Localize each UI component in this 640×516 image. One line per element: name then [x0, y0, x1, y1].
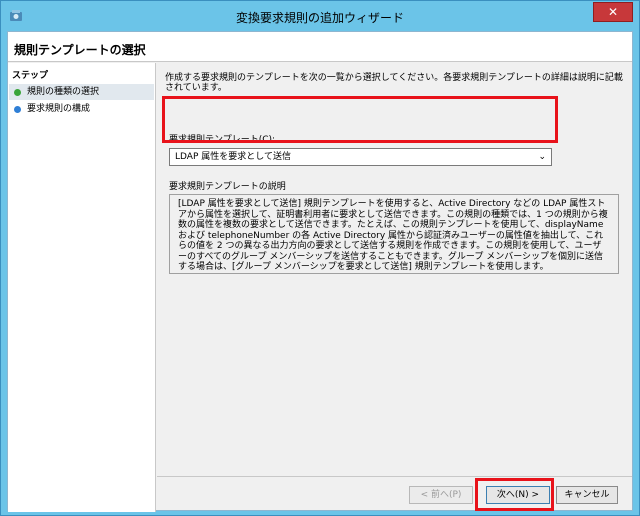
back-button[interactable]: < 前へ(P): [409, 486, 473, 504]
window-title: 変換要求規則の追加ウィザード: [235, 11, 404, 25]
step-label: 規則の種類の選択: [27, 87, 100, 97]
page-title: 規則テンプレートの選択: [14, 43, 146, 57]
next-highlight-box: [475, 478, 554, 511]
template-selected-value: LDAP 属性を要求として送信: [175, 152, 291, 162]
current-step-icon: [14, 89, 21, 96]
steps-heading: ステップ: [12, 71, 49, 81]
steps-panel: ステップ 規則の種類の選択 要求規則の構成: [8, 63, 156, 512]
wizard-window: 変換要求規則の追加ウィザード ✕ 規則テンプレートの選択 ステップ 規則の種類の…: [0, 0, 640, 516]
description-label: 要求規則テンプレートの説明: [169, 182, 286, 192]
cancel-button[interactable]: キャンセル: [556, 486, 618, 504]
chevron-down-icon[interactable]: ⌄: [538, 149, 546, 165]
pending-step-icon: [14, 106, 21, 113]
title-bar[interactable]: 変換要求規則の追加ウィザード ✕: [1, 1, 639, 31]
intro-text: 作成する要求規則のテンプレートを次の一覧から選択してください。各要求規則テンプレ…: [165, 73, 623, 93]
page-header: 規則テンプレートの選択: [8, 32, 632, 62]
step-item-select-rule-type[interactable]: 規則の種類の選択: [9, 84, 154, 100]
template-dropdown[interactable]: LDAP 属性を要求として送信 ⌄: [169, 148, 552, 166]
footer-divider: [157, 476, 632, 477]
description-box: [LDAP 属性を要求として送信] 規則テンプレートを使用すると、Active …: [169, 194, 619, 274]
close-button[interactable]: ✕: [593, 2, 633, 22]
step-item-configure-claim-rule[interactable]: 要求規則の構成: [9, 101, 154, 117]
template-highlight-box: [162, 96, 558, 143]
step-label: 要求規則の構成: [27, 104, 91, 114]
